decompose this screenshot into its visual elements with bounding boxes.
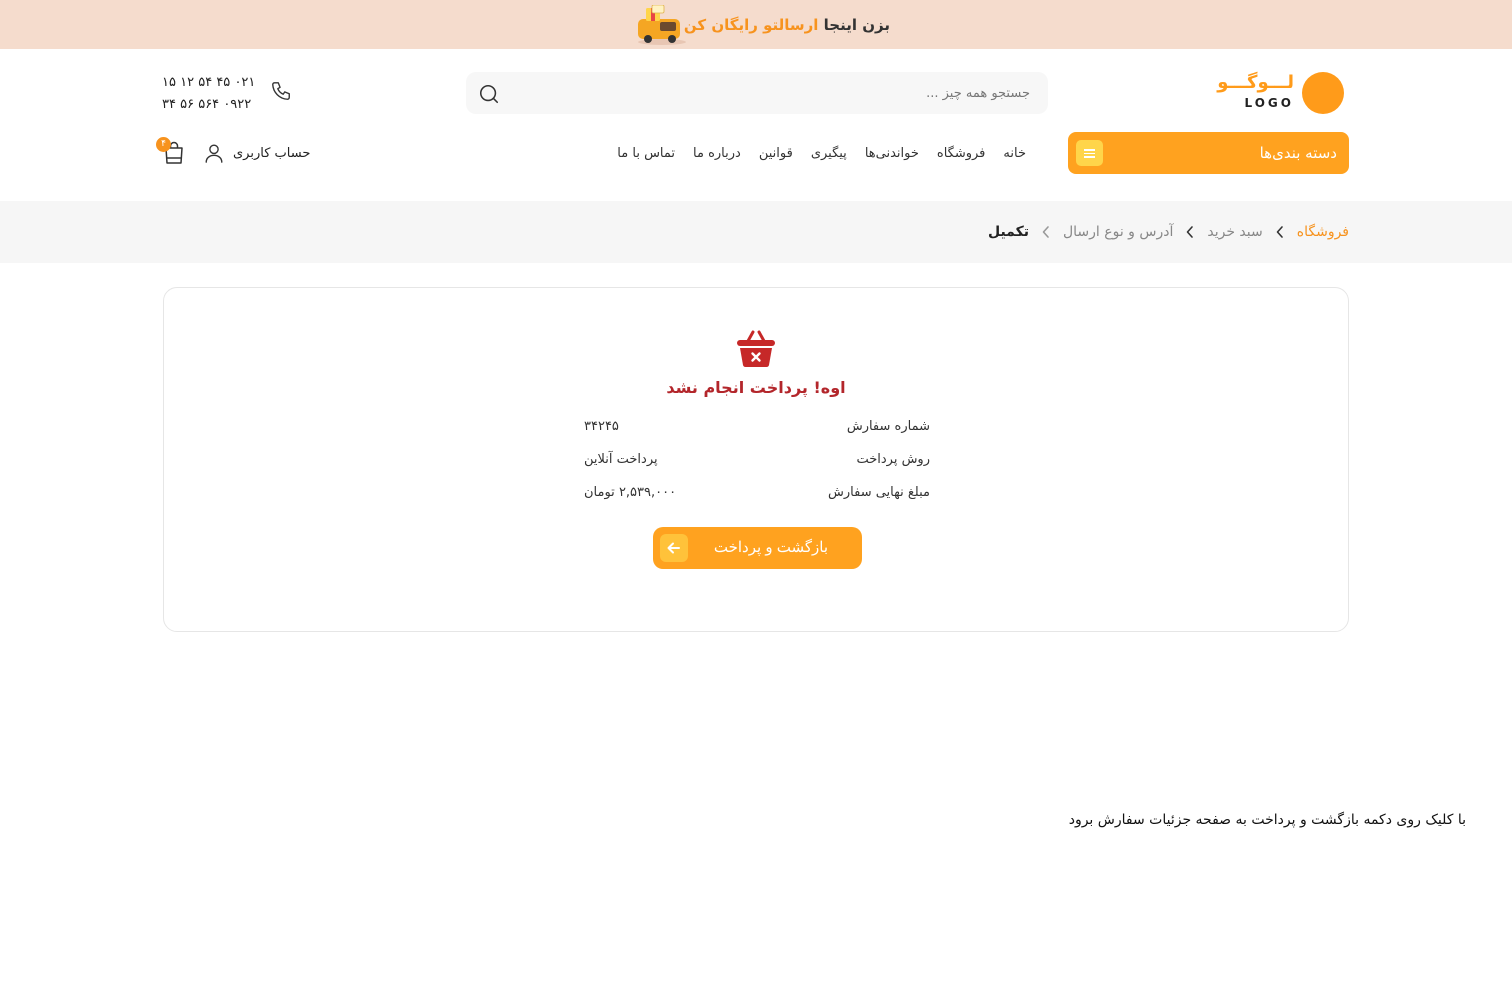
cart-count-badge: ۴ xyxy=(156,137,171,152)
payment-method-row: روش پرداخت پرداخت آنلاین xyxy=(584,452,930,476)
breadcrumb-cart[interactable]: سبد خرید xyxy=(1207,224,1262,240)
nav-item-shop[interactable]: فروشگاه xyxy=(937,146,986,161)
breadcrumb-bar: فروشگاه سبد خرید آدرس و نوع ارسال تکمیل xyxy=(0,201,1512,263)
main-nav: خانه فروشگاه خواندنی‌ها پیگیری قوانین در… xyxy=(617,132,1026,174)
user-icon xyxy=(205,144,223,163)
arrow-left-icon xyxy=(660,534,688,562)
account-label: حساب کاربری xyxy=(233,145,311,161)
order-number-value: ۳۴۲۴۵ xyxy=(584,419,619,434)
menu-icon xyxy=(1076,140,1103,166)
categories-button[interactable]: دسته بندی‌ها xyxy=(1068,132,1349,174)
nav-item-about[interactable]: درباره ما xyxy=(693,146,741,161)
site-logo[interactable]: لـــوگـــو LOGO xyxy=(1217,72,1344,114)
delivery-truck-icon xyxy=(638,5,686,45)
phone-number-1[interactable]: ۰۲۱ ۴۵ ۵۴ ۱۲ ۱۵ xyxy=(162,72,255,94)
nav-item-home[interactable]: خانه xyxy=(1003,146,1026,161)
failed-basket-icon xyxy=(737,330,775,367)
phone-icon xyxy=(272,82,290,100)
nav-item-tracking[interactable]: پیگیری xyxy=(811,146,847,161)
order-number-row: شماره سفارش ۳۴۲۴۵ xyxy=(584,419,930,443)
cart-button[interactable]: ۴ xyxy=(156,137,186,166)
breadcrumb: فروشگاه سبد خرید آدرس و نوع ارسال تکمیل xyxy=(988,201,1349,263)
contact-phones: ۰۲۱ ۴۵ ۵۴ ۱۲ ۱۵ ۰۹۲۲ ۵۶۴ ۵۶ ۳۴ xyxy=(160,70,300,114)
phone-number-2[interactable]: ۰۹۲۲ ۵۶۴ ۵۶ ۳۴ xyxy=(162,94,255,116)
phone-numbers: ۰۲۱ ۴۵ ۵۴ ۱۲ ۱۵ ۰۹۲۲ ۵۶۴ ۵۶ ۳۴ xyxy=(162,72,255,116)
nav-item-rules[interactable]: قوانین xyxy=(759,146,793,161)
nav-item-contact[interactable]: تماس با ما xyxy=(617,146,675,161)
chevron-left-icon xyxy=(1042,226,1049,238)
promo-text-dark: بزن اینجا xyxy=(823,15,890,34)
breadcrumb-complete: تکمیل xyxy=(987,224,1029,240)
search-bar xyxy=(466,72,1048,114)
footnote-text: با کلیک روی دکمه بازگشت و پرداخت به صفحه… xyxy=(1068,812,1466,828)
chevron-left-icon xyxy=(1187,226,1194,238)
logo-mark xyxy=(1302,72,1344,114)
search-input[interactable] xyxy=(550,72,1030,114)
nav-item-blog[interactable]: خواندنی‌ها xyxy=(865,146,919,161)
account-link[interactable]: حساب کاربری xyxy=(203,140,310,166)
order-number-label: شماره سفارش xyxy=(846,419,930,434)
order-total-row: مبلغ نهایی سفارش ۲,۵۳۹,۰۰۰ تومان xyxy=(584,485,930,509)
logo-wordmark: لـــوگـــو xyxy=(1217,72,1294,93)
search-icon[interactable] xyxy=(478,83,500,105)
breadcrumb-shop[interactable]: فروشگاه xyxy=(1297,224,1349,240)
return-and-pay-button[interactable]: بازگشت و پرداخت xyxy=(653,527,862,569)
order-total-label: مبلغ نهایی سفارش xyxy=(828,485,930,500)
return-and-pay-label: بازگشت و پرداخت xyxy=(713,539,828,556)
promo-text-accent: ارسالتو رایگان کن xyxy=(683,15,819,34)
payment-result-card: اوه! پرداخت انجام نشد شماره سفارش ۳۴۲۴۵ … xyxy=(163,287,1349,632)
chevron-left-icon xyxy=(1276,226,1283,238)
promo-banner[interactable]: بزن اینجا ارسالتو رایگان کن xyxy=(0,0,1512,49)
payment-method-label: روش پرداخت xyxy=(856,452,930,467)
categories-label: دسته بندی‌ها xyxy=(1259,144,1337,162)
logo-subtitle: LOGO xyxy=(1244,96,1294,110)
payment-failed-title: اوه! پرداخت انجام نشد xyxy=(666,378,846,397)
promo-text: بزن اینجا ارسالتو رایگان کن xyxy=(684,16,890,34)
breadcrumb-address[interactable]: آدرس و نوع ارسال xyxy=(1063,224,1173,240)
promo-content[interactable]: بزن اینجا ارسالتو رایگان کن xyxy=(610,0,890,49)
payment-method-value: پرداخت آنلاین xyxy=(584,452,658,467)
order-total-value: ۲,۵۳۹,۰۰۰ تومان xyxy=(584,485,677,500)
